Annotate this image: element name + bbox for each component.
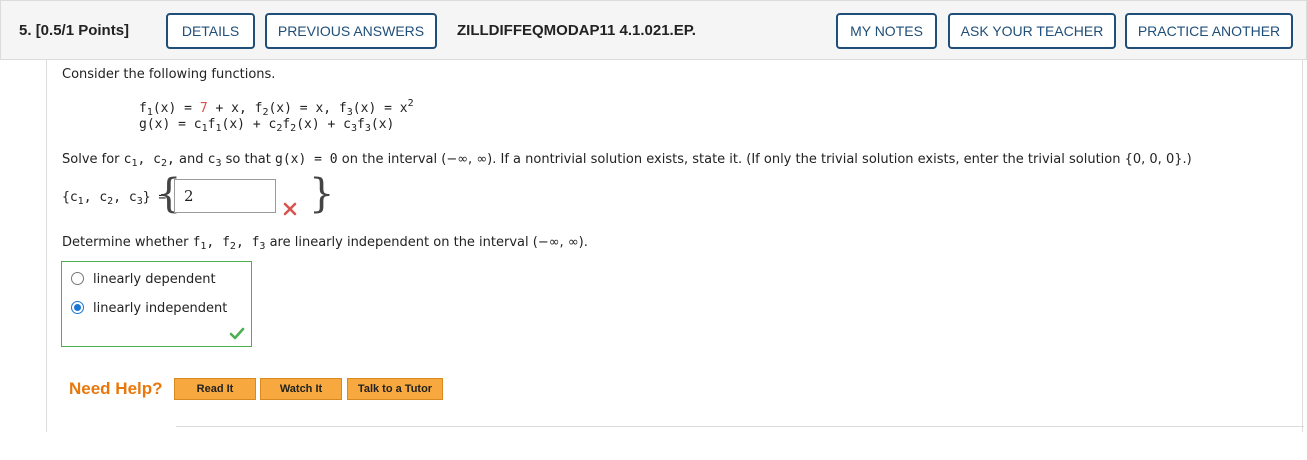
ask-teacher-button[interactable]: ASK YOUR TEACHER [948, 13, 1116, 49]
previous-answers-button[interactable]: PREVIOUS ANSWERS [265, 13, 437, 49]
radio-linearly-dependent[interactable] [71, 272, 84, 285]
answer-set-label: {c1, c2, c3} = [62, 190, 167, 207]
talk-to-tutor-button[interactable]: Talk to a Tutor [347, 378, 443, 400]
points-label: [0.5/1 Points] [35, 22, 130, 39]
question-number: 5. [0.5/1 Points] [19, 22, 130, 39]
option-label-dependent: linearly dependent [93, 272, 216, 287]
incorrect-icon [283, 202, 297, 216]
determine-instruction: Determine whether f1, f2, f3 are linearl… [62, 235, 588, 252]
watch-it-button[interactable]: Watch It [260, 378, 342, 400]
radio-linearly-independent[interactable] [71, 301, 84, 314]
practice-another-button[interactable]: PRACTICE ANOTHER [1125, 13, 1293, 49]
question-header: 5. [0.5/1 Points] DETAILS PREVIOUS ANSWE… [0, 0, 1307, 60]
right-brace: } [309, 171, 335, 217]
read-it-button[interactable]: Read It [174, 378, 256, 400]
divider [176, 426, 1304, 427]
answer-input[interactable] [174, 179, 276, 213]
my-notes-button[interactable]: MY NOTES [836, 13, 937, 49]
function-definitions: f1(x) = 7 + x, f2(x) = x, f3(x) = x2 [139, 98, 414, 118]
f1-constant: 7 [199, 101, 208, 116]
need-help-label: Need Help? [69, 379, 163, 398]
details-button[interactable]: DETAILS [166, 13, 255, 49]
solve-instruction: Solve for c1, c2, and c3 so that g(x) = … [62, 152, 1192, 169]
correct-check-icon [229, 327, 245, 341]
g-definition: g(x) = c1f1(x) + c2f2(x) + c3f3(x) [139, 117, 395, 134]
option-label-independent: linearly independent [93, 301, 228, 316]
problem-intro: Consider the following functions. [62, 67, 276, 82]
question-id: ZILLDIFFEQMODAP11 4.1.021.EP. [457, 22, 696, 39]
